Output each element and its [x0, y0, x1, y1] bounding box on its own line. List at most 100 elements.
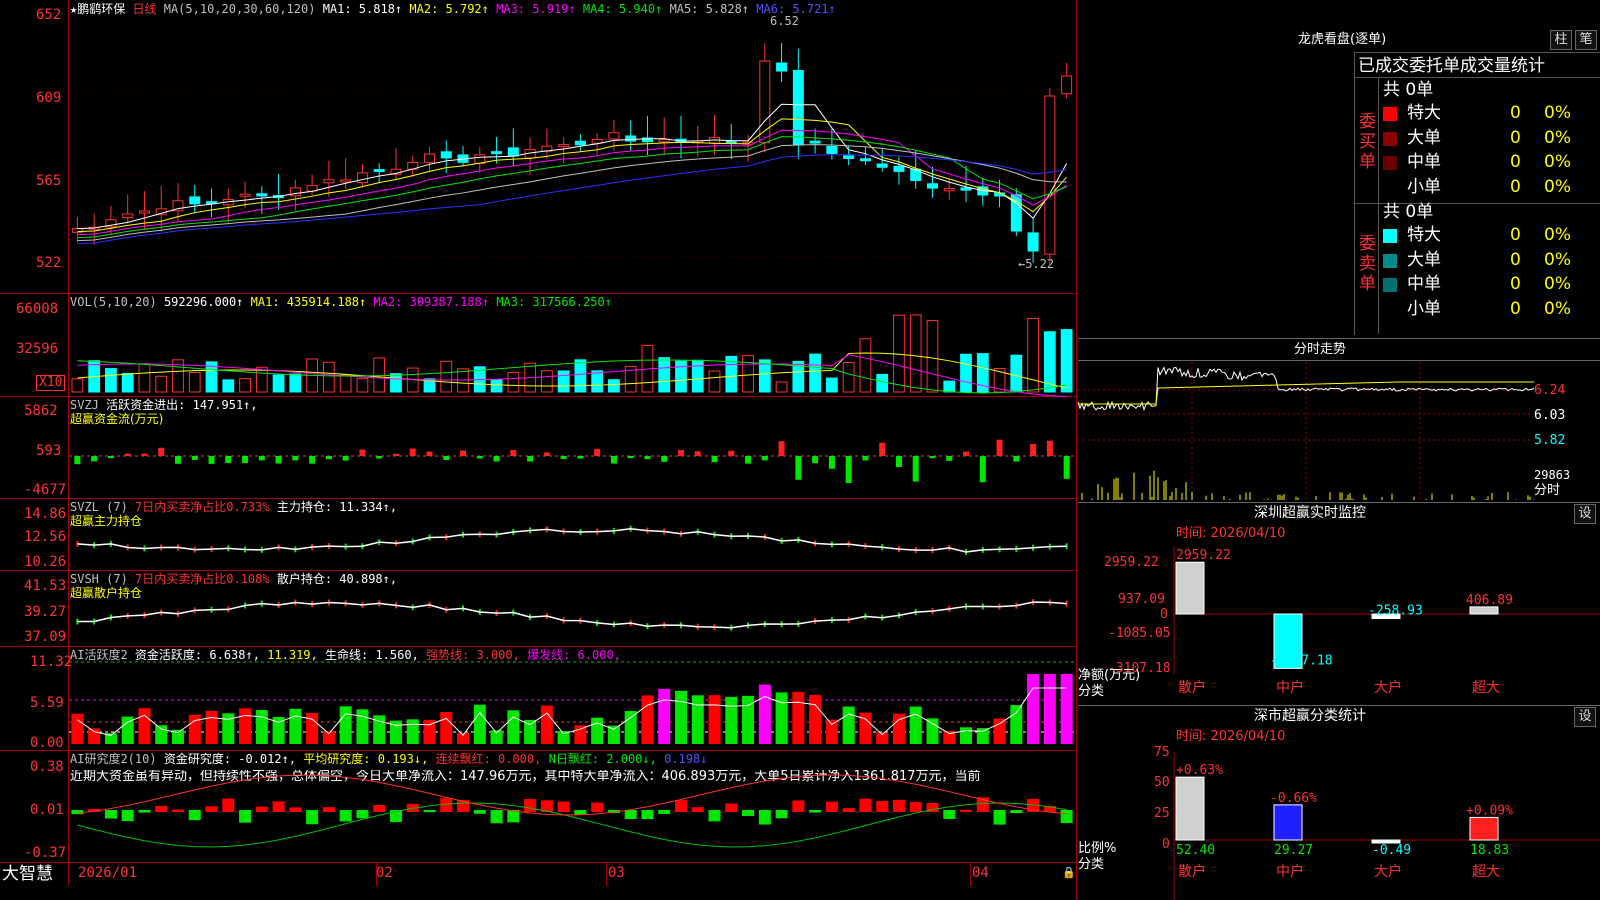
sz-monitor-chart[interactable]: 2959.22 散户 -3107.18 中户 -258.93 大户 406.89 超大	[1173, 546, 1600, 701]
main-chart-area[interactable]: ★鹏鹞环保 日线 MA(5,10,20,30,60,120) MA1: 5.81…	[0, 0, 1077, 900]
research-bar	[758, 810, 771, 825]
sz-class-chart[interactable]: +0.63% 52.40 散户 -0.66% 29.27 中户 -0.49 大户 +0.09% 1…	[1173, 752, 1600, 900]
active-bar	[607, 725, 620, 744]
category-label: 散户	[1178, 679, 1206, 696]
candlestick-chart[interactable]	[69, 16, 1075, 292]
sz-class-settings-button[interactable]: 设	[1574, 707, 1596, 727]
bar-mode-button[interactable]: 柱	[1550, 30, 1572, 50]
row-percent: 0%	[1544, 274, 1571, 294]
intraday-title: 分时走势	[1294, 342, 1347, 357]
candle-body	[792, 70, 804, 146]
vol-value: 592296.000↑	[163, 295, 244, 309]
research-bar	[222, 798, 235, 812]
volume-bar	[272, 374, 285, 393]
active-bar	[406, 719, 419, 744]
active-bar	[674, 690, 687, 744]
row-label: 特大	[1407, 103, 1441, 123]
date-tick	[606, 862, 607, 886]
volume-bar	[138, 363, 151, 393]
research-bar	[138, 810, 151, 813]
research-bar	[725, 803, 738, 812]
volume-bar	[188, 371, 201, 393]
research-bar	[155, 805, 168, 812]
category-bar	[1469, 816, 1499, 841]
research-bar	[591, 802, 604, 812]
brand-logo: 大智慧	[2, 864, 53, 884]
bar-value-label: -0.66%	[1270, 791, 1317, 806]
ai-research-c: 连续飘红: 0.000,	[435, 752, 542, 766]
stock-name: 鹏鹞环保	[77, 2, 126, 16]
volume-bar	[960, 353, 972, 393]
legend-swatch	[1383, 302, 1397, 317]
row-count: 0	[1510, 152, 1521, 172]
research-bar	[993, 810, 1006, 825]
research-bar	[356, 810, 369, 819]
candle-body	[826, 145, 838, 154]
lock-icon[interactable]: 🔒	[1062, 866, 1076, 880]
price-axis-label: 652	[36, 7, 62, 23]
intraday-axis-label: 5.82	[1534, 433, 1566, 448]
pane-divider-vol	[0, 293, 1077, 294]
flow-bar	[694, 451, 701, 456]
flow-bar	[493, 456, 500, 462]
research-bar	[373, 805, 386, 812]
intraday-chart[interactable]	[1077, 362, 1535, 500]
volume-bar	[540, 370, 553, 393]
section-divider	[1078, 360, 1600, 361]
candle-body	[625, 135, 637, 142]
research-bar	[121, 810, 134, 822]
candle-body	[608, 132, 620, 140]
row-label: 小单	[1407, 298, 1441, 319]
price-axis-label: 565	[36, 173, 62, 189]
candle-body	[943, 188, 955, 192]
ma-line	[77, 103, 1068, 230]
date-axis-line	[0, 862, 1077, 863]
volume-chart[interactable]	[69, 308, 1075, 398]
svsh-desc: 7日内买卖净占比0.108%	[135, 572, 270, 586]
svzj-axis-label: 5862	[24, 403, 58, 419]
candle-body	[1010, 194, 1022, 232]
flow-bar	[527, 456, 534, 462]
flow-bar	[409, 448, 416, 456]
sz-monitor-settings-button[interactable]: 设	[1574, 504, 1596, 524]
tick-mode-button[interactable]: 笔	[1575, 30, 1597, 50]
svzj-chart[interactable]	[69, 410, 1075, 494]
panel-top-title: 龙虎看盘(逐单)	[1298, 32, 1387, 47]
flow-bar	[879, 442, 886, 456]
pane-divider-ai-active	[0, 646, 1077, 647]
candle-body	[859, 158, 871, 162]
buy-side-label: 委买单	[1359, 112, 1376, 172]
research-bar	[859, 798, 872, 812]
research-bar	[876, 800, 889, 812]
row-count: 0	[1510, 103, 1521, 123]
right-panel: 龙虎看盘(逐单) 柱 笔 已成交委托单成交量统计 委买单 共 0单 特大 0 0% 大…	[1077, 0, 1600, 900]
research-bar	[909, 802, 922, 812]
flow-bar	[242, 456, 249, 463]
flow-bar	[191, 456, 198, 461]
volume-bar	[323, 361, 335, 393]
row-count: 0	[1510, 225, 1521, 245]
research-bar	[742, 810, 755, 816]
vol-axis-label: 66008	[16, 301, 59, 317]
price-pane-header: ★鹏鹞环保 日线 MA(5,10,20,30,60,120) MA1: 5.81…	[70, 2, 836, 16]
ai-active-chart[interactable]	[69, 660, 1075, 748]
pane-divider-ai-research	[0, 750, 1077, 751]
research-bar	[255, 806, 268, 812]
intraday-unit: 分时	[1534, 483, 1561, 498]
period-label[interactable]: 日线	[132, 2, 156, 16]
price-axis-label: 522	[36, 255, 62, 271]
svzl-chart[interactable]	[69, 512, 1075, 567]
research-bar	[473, 810, 486, 814]
row-label: 中单	[1407, 274, 1441, 294]
research-bar	[289, 807, 302, 812]
flow-bar	[996, 439, 1003, 456]
volume-bar	[876, 373, 889, 393]
volume-bar	[222, 379, 235, 393]
flow-bar	[610, 456, 617, 464]
ai-research-chart[interactable]	[69, 774, 1075, 861]
research-bar	[842, 808, 855, 812]
row-label: 中单	[1407, 152, 1441, 172]
svsh-chart[interactable]	[69, 585, 1075, 643]
flow-bar	[309, 456, 316, 464]
active-bar	[758, 684, 771, 744]
